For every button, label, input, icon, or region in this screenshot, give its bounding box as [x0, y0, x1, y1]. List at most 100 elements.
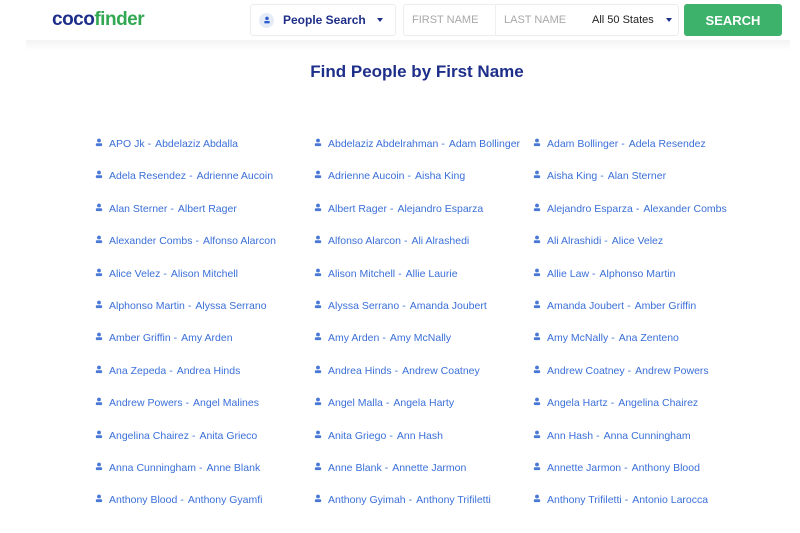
name-link-from[interactable]: Andrew Coatney	[547, 365, 625, 377]
name-link-to[interactable]: Alejandro Esparza	[397, 203, 483, 215]
range-separator: -	[394, 364, 399, 377]
name-link-to[interactable]: Andrew Powers	[635, 365, 709, 377]
name-range-item: Alejandro Esparza - Alexander Combs	[533, 201, 773, 217]
person-icon	[95, 332, 103, 344]
name-link-from[interactable]: Alejandro Esparza	[547, 203, 633, 215]
name-link-to[interactable]: Alexander Combs	[643, 203, 726, 215]
name-link-to[interactable]: Antonio Larocca	[632, 494, 708, 506]
name-range-item: APO Jk - Abdelaziz Abdalla	[95, 136, 314, 152]
name-link-to[interactable]: Anita Grieco	[199, 430, 257, 442]
name-range-item: Alphonso Martin - Alyssa Serrano	[95, 298, 314, 314]
last-name-input[interactable]	[496, 5, 588, 35]
name-link-from[interactable]: Alfonso Alarcon	[328, 235, 401, 247]
name-link-to[interactable]: Andrew Coatney	[402, 365, 480, 377]
name-link-to[interactable]: Adam Bollinger	[449, 138, 520, 150]
name-range-item: Angela Hartz - Angelina Chairez	[533, 395, 773, 411]
name-link-from[interactable]: Alphonso Martin	[109, 300, 185, 312]
name-link-to[interactable]: Allie Laurie	[406, 268, 458, 280]
name-link-from[interactable]: Anthony Gyimah	[328, 494, 406, 506]
name-link-to[interactable]: Ann Hash	[397, 430, 443, 442]
name-range-item: Anthony Blood - Anthony Gyamfi	[95, 492, 314, 508]
name-link-to[interactable]: Amy Arden	[181, 332, 232, 344]
name-link-from[interactable]: Alexander Combs	[109, 235, 192, 247]
name-link-to[interactable]: Andrea Hinds	[177, 365, 241, 377]
name-link-to[interactable]: Alice Velez	[612, 235, 663, 247]
name-link-from[interactable]: Amanda Joubert	[547, 300, 624, 312]
name-link-to[interactable]: Ali Alrashedi	[411, 235, 469, 247]
name-link-from[interactable]: Angela Hartz	[547, 397, 608, 409]
person-icon	[533, 203, 541, 215]
name-link-to[interactable]: Adrienne Aucoin	[197, 170, 273, 182]
search-type-dropdown[interactable]: People Search	[250, 4, 396, 36]
name-link-from[interactable]: Annette Jarmon	[547, 462, 621, 474]
name-link-from[interactable]: APO Jk	[109, 138, 145, 150]
name-link-to[interactable]: Anne Blank	[206, 462, 260, 474]
name-link-to[interactable]: Alphonso Martin	[600, 268, 676, 280]
range-separator: -	[173, 332, 178, 345]
search-bar: People Search All 50 States	[250, 4, 679, 36]
person-icon	[533, 365, 541, 377]
name-link-to[interactable]: Alan Sterner	[608, 170, 666, 182]
name-link-to[interactable]: Amanda Joubert	[410, 300, 487, 312]
name-link-to[interactable]: Anthony Gyamfi	[188, 494, 263, 506]
name-link-from[interactable]: Ali Alrashidi	[547, 235, 601, 247]
name-link-to[interactable]: Abdelaziz Abdalla	[155, 138, 238, 150]
person-icon	[95, 430, 103, 442]
range-separator: -	[610, 397, 615, 410]
cocofinder-logo[interactable]: cocofinder	[52, 9, 145, 31]
name-link-to[interactable]: Alyssa Serrano	[195, 300, 266, 312]
first-name-input[interactable]	[404, 5, 496, 35]
name-link-to[interactable]: Angela Harty	[393, 397, 454, 409]
name-link-to[interactable]: Anna Cunningham	[604, 430, 691, 442]
name-link-from[interactable]: Andrew Powers	[109, 397, 183, 409]
name-link-to[interactable]: Adela Resendez	[629, 138, 706, 150]
person-icon	[95, 397, 103, 409]
name-link-from[interactable]: Adrienne Aucoin	[328, 170, 404, 182]
person-icon	[95, 494, 103, 506]
name-link-from[interactable]: Abdelaziz Abdelrahman	[328, 138, 438, 150]
range-separator: -	[384, 461, 389, 474]
range-separator: -	[170, 202, 174, 215]
name-link-to[interactable]: Anthony Blood	[632, 462, 700, 474]
name-link-from[interactable]: Albert Rager	[328, 203, 387, 215]
name-link-from[interactable]: Amber Griffin	[109, 332, 171, 344]
range-separator: -	[147, 138, 152, 150]
name-link-from[interactable]: Alyssa Serrano	[328, 300, 399, 312]
search-type-label: People Search	[283, 13, 366, 27]
name-link-to[interactable]: Angelina Chairez	[618, 397, 698, 409]
name-link-from[interactable]: Anita Griego	[328, 430, 386, 442]
name-link-from[interactable]: Ana Zepeda	[109, 365, 166, 377]
name-link-from[interactable]: Aisha King	[547, 170, 597, 182]
name-link-to[interactable]: Angel Malines	[193, 397, 259, 409]
name-link-from[interactable]: Angel Malla	[328, 397, 383, 409]
name-link-to[interactable]: Anthony Trifiletti	[416, 494, 491, 506]
name-link-to[interactable]: Alfonso Alarcon	[203, 235, 276, 247]
search-button[interactable]: SEARCH	[684, 4, 782, 36]
chevron-down-icon	[377, 18, 383, 22]
name-link-to[interactable]: Albert Rager	[178, 203, 237, 215]
name-link-from[interactable]: Amy McNally	[547, 332, 608, 344]
name-link-to[interactable]: Amber Griffin	[635, 300, 697, 312]
name-link-from[interactable]: Alan Sterner	[109, 203, 167, 215]
name-link-from[interactable]: Allie Law	[547, 268, 589, 280]
name-link-from[interactable]: Andrea Hinds	[328, 365, 392, 377]
name-link-from[interactable]: Angelina Chairez	[109, 430, 189, 442]
name-link-from[interactable]: Alison Mitchell	[328, 268, 395, 280]
name-link-from[interactable]: Adela Resendez	[109, 170, 186, 182]
name-link-to[interactable]: Amy McNally	[390, 332, 451, 344]
name-link-from[interactable]: Anne Blank	[328, 462, 382, 474]
name-link-from[interactable]: Anthony Blood	[109, 494, 177, 506]
name-link-from[interactable]: Anna Cunningham	[109, 462, 196, 474]
name-link-to[interactable]: Annette Jarmon	[392, 462, 466, 474]
name-link-from[interactable]: Anthony Trifiletti	[547, 494, 622, 506]
name-link-from[interactable]: Adam Bollinger	[547, 138, 618, 150]
name-link-to[interactable]: Ana Zenteno	[619, 332, 679, 344]
name-range-item: Ali Alrashidi - Alice Velez	[533, 233, 773, 249]
name-range-item: Amber Griffin - Amy Arden	[95, 330, 314, 346]
name-link-from[interactable]: Ann Hash	[547, 430, 593, 442]
name-link-from[interactable]: Amy Arden	[328, 332, 379, 344]
state-dropdown[interactable]: All 50 States	[588, 5, 678, 35]
name-link-to[interactable]: Alison Mitchell	[171, 268, 238, 280]
name-link-from[interactable]: Alice Velez	[109, 268, 160, 280]
name-link-to[interactable]: Aisha King	[415, 170, 465, 182]
